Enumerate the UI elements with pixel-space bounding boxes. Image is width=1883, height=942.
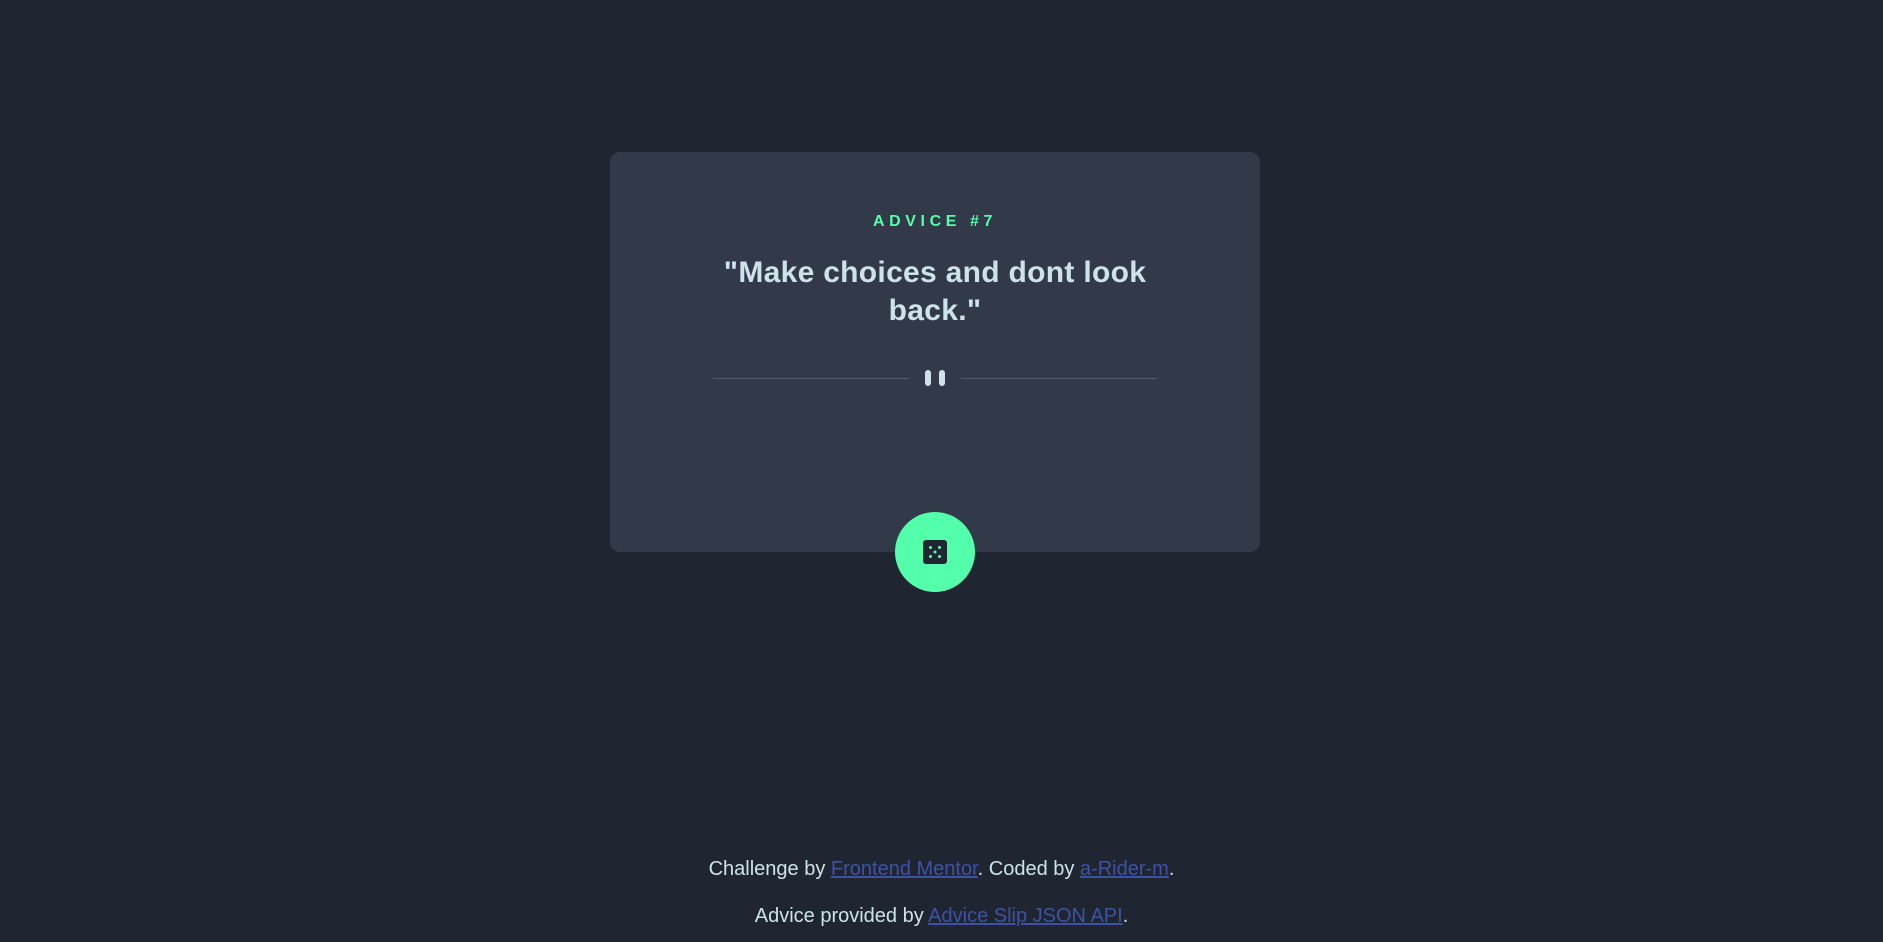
advice-id: ADVICE #7 <box>872 213 998 230</box>
footer-text: . <box>1122 905 1129 927</box>
advice-api-link[interactable]: Advice Slip JSON API <box>928 905 1123 927</box>
dice-icon <box>923 540 947 564</box>
new-advice-button[interactable] <box>895 512 975 592</box>
footer-text: . <box>1168 858 1175 880</box>
footer-text: Challenge by <box>708 858 831 880</box>
advice-quote: "Make choices and dont look back." <box>723 256 1147 327</box>
author-link[interactable]: a-Rider-m <box>1080 858 1169 880</box>
frontend-mentor-link[interactable]: Frontend Mentor <box>831 858 978 880</box>
divider <box>713 368 1157 388</box>
advice-card: ADVICE #7 "Make choices and dont look ba… <box>610 152 1260 552</box>
footer-text: Advice provided by <box>754 905 929 927</box>
divider-line-left <box>713 378 909 379</box>
footer-attribution: Challenge by Frontend Mentor. Coded by a… <box>0 858 1883 881</box>
footer-text: . Coded by <box>977 858 1080 880</box>
divider-line-right <box>961 378 1157 379</box>
pause-icon <box>925 370 945 386</box>
footer-api-credit: Advice provided by Advice Slip JSON API. <box>0 905 1883 928</box>
